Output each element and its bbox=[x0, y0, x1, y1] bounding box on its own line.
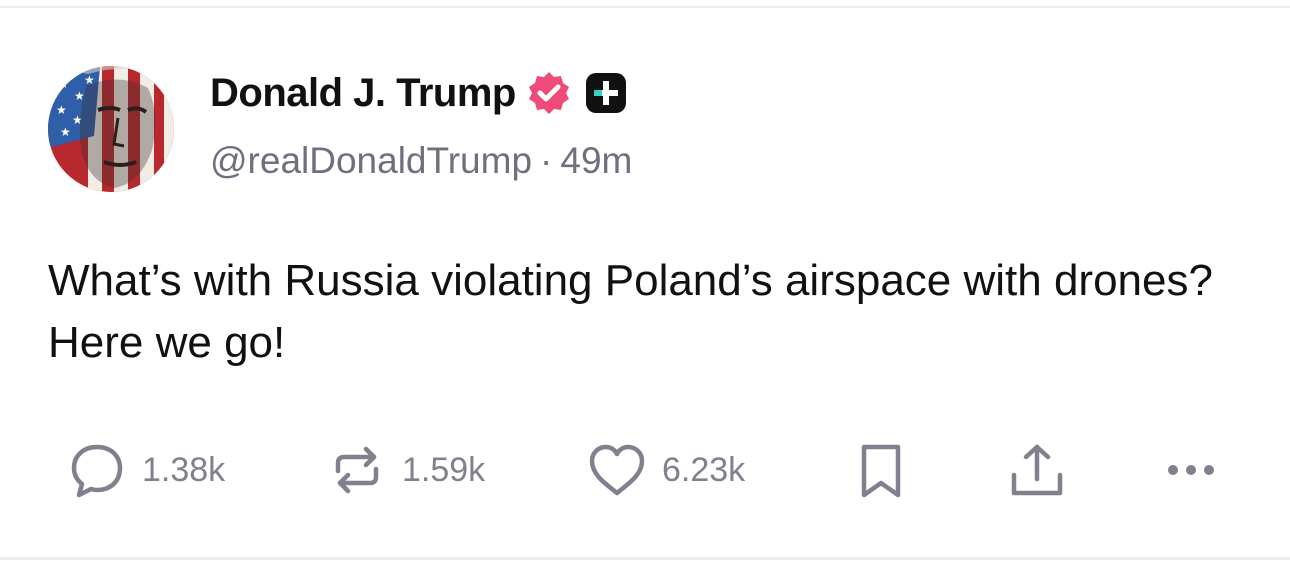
post-actions-bar: 1.38k 1.59k 6.23k bbox=[0, 432, 1290, 508]
repost-button[interactable]: 1.59k bbox=[326, 432, 485, 508]
bookmark-button[interactable] bbox=[850, 432, 912, 508]
like-count: 6.23k bbox=[662, 450, 746, 489]
svg-text:★: ★ bbox=[56, 103, 67, 117]
bottom-divider bbox=[0, 557, 1290, 560]
like-button[interactable]: 6.23k bbox=[586, 432, 745, 508]
plus-badge-icon bbox=[584, 71, 628, 115]
verified-check-icon bbox=[526, 70, 572, 116]
author-avatar[interactable]: ★ ★ ★ ★ ★ ★ bbox=[48, 66, 174, 192]
post-timestamp[interactable]: 49m bbox=[560, 140, 632, 181]
share-icon bbox=[1006, 439, 1068, 501]
author-display-name[interactable]: Donald J. Trump bbox=[210, 71, 516, 116]
meta-separator: · bbox=[540, 140, 553, 181]
svg-text:★: ★ bbox=[60, 125, 71, 139]
author-meta-row: @realDonaldTrump · 49m bbox=[210, 140, 632, 182]
author-name-row: Donald J. Trump bbox=[210, 68, 628, 118]
reply-button[interactable]: 1.38k bbox=[66, 432, 225, 508]
more-options-button[interactable] bbox=[1164, 432, 1226, 508]
author-handle[interactable]: @realDonaldTrump bbox=[210, 140, 532, 181]
post-card: ★ ★ ★ ★ ★ ★ Donald J. Trump @realDonaldT… bbox=[0, 0, 1290, 577]
share-button[interactable] bbox=[1006, 432, 1068, 508]
repost-count: 1.59k bbox=[402, 450, 486, 489]
reply-count: 1.38k bbox=[142, 450, 226, 489]
more-icon bbox=[1164, 439, 1226, 501]
avatar-image: ★ ★ ★ ★ ★ ★ bbox=[48, 66, 174, 192]
svg-text:★: ★ bbox=[58, 77, 69, 91]
bookmark-icon bbox=[850, 439, 912, 501]
top-divider bbox=[0, 6, 1290, 8]
repost-icon bbox=[326, 439, 388, 501]
heart-icon bbox=[586, 439, 648, 501]
post-body-text: What’s with Russia violating Poland’s ai… bbox=[48, 256, 1213, 367]
reply-icon bbox=[66, 439, 128, 501]
